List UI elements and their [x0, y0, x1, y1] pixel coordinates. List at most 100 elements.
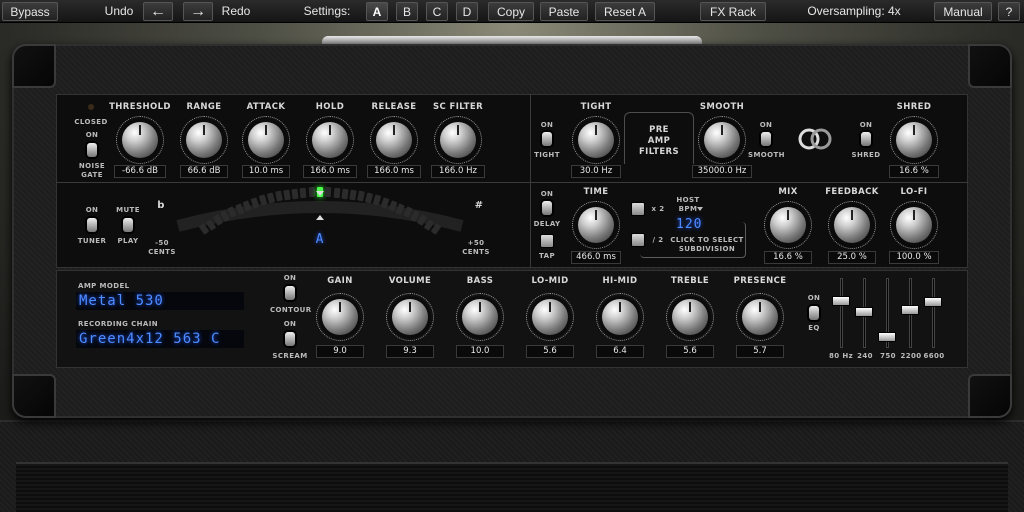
bpm-dropdown-icon[interactable] — [697, 207, 703, 211]
treble-knob[interactable] — [672, 299, 708, 335]
gate-led — [88, 104, 94, 110]
scream-toggle[interactable] — [285, 332, 295, 346]
undo-arrow-icon[interactable]: ← — [143, 2, 173, 21]
eq-fader-handle[interactable] — [924, 297, 942, 308]
mix-value[interactable]: 16.6 % — [764, 251, 812, 264]
corner-protector — [12, 374, 56, 418]
mix-knob[interactable] — [770, 207, 806, 243]
release-value[interactable]: 166.0 ms — [367, 165, 421, 178]
gain-knob[interactable] — [322, 299, 358, 335]
eq-toggle[interactable] — [809, 306, 819, 320]
range-value[interactable]: 66.6 dB — [180, 165, 228, 178]
sc-filter-value[interactable]: 166.0 Hz — [431, 165, 485, 178]
bass-value[interactable]: 10.0 — [456, 345, 504, 358]
feedback-value[interactable]: 25.0 % — [828, 251, 876, 264]
time-knob[interactable] — [578, 207, 614, 243]
copy-button[interactable]: Copy — [488, 2, 534, 21]
play-label: PLAY — [117, 237, 139, 245]
smooth-value[interactable]: 35000.0 Hz — [692, 165, 752, 178]
shred-knob[interactable] — [896, 122, 932, 158]
brand-logo-icon — [798, 128, 832, 150]
eq-band-label: 80 Hz — [828, 352, 854, 360]
tuner-toggle[interactable] — [87, 218, 97, 232]
mix-label: MIX — [778, 187, 798, 197]
preset-a-button[interactable]: A — [366, 2, 388, 21]
sc-filter-label: SC FILTER — [432, 102, 484, 112]
threshold-value[interactable]: -66.6 dB — [114, 165, 166, 178]
paste-button[interactable]: Paste — [540, 2, 588, 21]
preset-b-button[interactable]: B — [396, 2, 418, 21]
subdivision-hint-line2[interactable]: SUBDIVISION — [670, 245, 744, 253]
smooth-label: SMOOTH — [699, 102, 745, 112]
hi-mid-knob[interactable] — [602, 299, 638, 335]
undo-label[interactable]: Undo — [98, 2, 140, 21]
fx-rack-button[interactable]: FX Rack — [700, 2, 766, 21]
recording-chain-display[interactable]: Green4x12 563 C — [76, 330, 244, 348]
tight-toggle[interactable] — [542, 132, 552, 146]
lofi-value[interactable]: 100.0 % — [889, 251, 939, 264]
lo-mid-knob[interactable] — [532, 299, 568, 335]
lo-mid-value[interactable]: 5.6 — [526, 345, 574, 358]
time-value[interactable]: 466.0 ms — [571, 251, 621, 264]
range-label: RANGE — [186, 102, 222, 112]
hi-mid-value[interactable]: 6.4 — [596, 345, 644, 358]
double-time-button[interactable] — [631, 202, 645, 216]
eq-on-label: ON — [807, 294, 821, 302]
scream-label: SCREAM — [272, 352, 308, 360]
smooth-knob[interactable] — [704, 122, 740, 158]
gate-label: GATE — [81, 171, 103, 179]
threshold-knob[interactable] — [122, 122, 158, 158]
noise-gate-toggle[interactable] — [87, 143, 97, 157]
hold-knob[interactable] — [312, 122, 348, 158]
noise-label: NOISE — [78, 162, 106, 170]
preset-c-button[interactable]: C — [426, 2, 448, 21]
redo-arrow-icon[interactable]: → — [183, 2, 213, 21]
eq-label: EQ — [808, 324, 820, 332]
sc-filter-knob[interactable] — [440, 122, 476, 158]
volume-knob[interactable] — [392, 299, 428, 335]
release-knob[interactable] — [376, 122, 412, 158]
smooth-toggle[interactable] — [761, 132, 771, 146]
treble-value[interactable]: 5.6 — [666, 345, 714, 358]
contour-toggle[interactable] — [285, 286, 295, 300]
shred-value[interactable]: 16.6 % — [889, 165, 939, 178]
hold-value[interactable]: 166.0 ms — [303, 165, 357, 178]
reset-button[interactable]: Reset A — [595, 2, 655, 21]
divider — [530, 94, 531, 268]
help-button[interactable]: ? — [998, 2, 1020, 21]
presence-value[interactable]: 5.7 — [736, 345, 784, 358]
eq-fader-handle[interactable] — [855, 306, 873, 317]
tuner-right-range: +50 — [467, 239, 485, 247]
presence-knob[interactable] — [742, 299, 778, 335]
gain-value[interactable]: 9.0 — [316, 345, 364, 358]
delay-toggle[interactable] — [542, 201, 552, 215]
shred-toggle[interactable] — [861, 132, 871, 146]
eq-fader-handle[interactable] — [878, 332, 896, 343]
sharp-label: # — [474, 200, 484, 211]
mute-play-toggle[interactable] — [123, 218, 133, 232]
manual-button[interactable]: Manual — [934, 2, 992, 21]
subdivision-hint-line1[interactable]: CLICK TO SELECT — [670, 236, 744, 244]
tight-knob[interactable] — [578, 122, 614, 158]
eq-fader-handle[interactable] — [832, 295, 850, 306]
tap-button[interactable] — [540, 234, 554, 248]
shred-switch-label: SHRED — [851, 151, 881, 159]
redo-label[interactable]: Redo — [216, 2, 256, 21]
eq-fader-handle[interactable] — [901, 304, 919, 315]
tight-value[interactable]: 30.0 Hz — [571, 165, 621, 178]
volume-value[interactable]: 9.3 — [386, 345, 434, 358]
feedback-knob[interactable] — [834, 207, 870, 243]
attack-knob[interactable] — [248, 122, 284, 158]
bass-knob[interactable] — [462, 299, 498, 335]
tuner-left-cents: CENTS — [148, 248, 176, 256]
shred-label: SHRED — [896, 102, 932, 112]
range-knob[interactable] — [186, 122, 222, 158]
lofi-knob[interactable] — [896, 207, 932, 243]
amp-model-display[interactable]: Metal 530 — [76, 292, 244, 310]
tuner-segment — [325, 187, 332, 198]
gate-closed-label: CLOSED — [74, 118, 108, 126]
preset-d-button[interactable]: D — [456, 2, 478, 21]
oversampling-label[interactable]: Oversampling: 4x — [796, 2, 912, 21]
bypass-button[interactable]: Bypass — [2, 2, 58, 21]
attack-value[interactable]: 10.0 ms — [242, 165, 290, 178]
